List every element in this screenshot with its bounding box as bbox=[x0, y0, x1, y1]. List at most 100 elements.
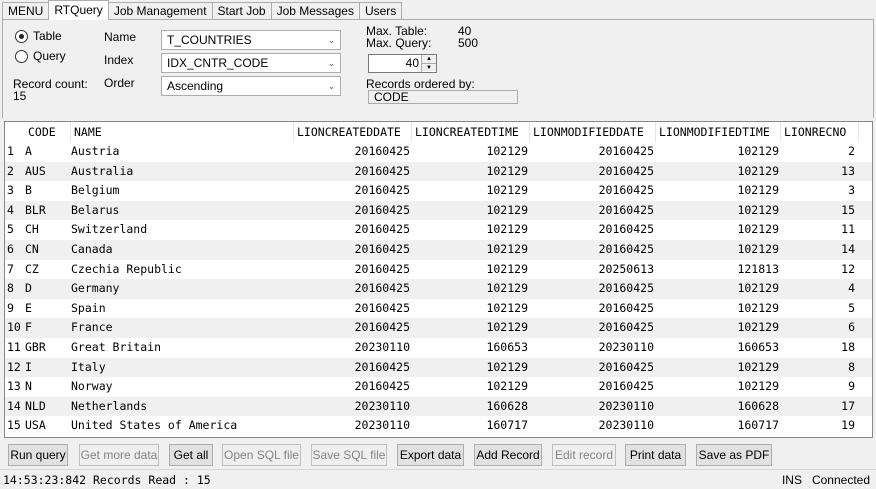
row-number: 7 bbox=[7, 261, 14, 276]
cell-code: E bbox=[25, 300, 32, 315]
ordered-by-value: CODE bbox=[374, 90, 409, 104]
cell-modifiedtime: 121813 bbox=[737, 261, 779, 276]
status-bar: 14:53:23:842 Records Read : 15 INS Conne… bbox=[0, 469, 876, 489]
table-row[interactable]: 4 BLR Belarus 20160425 102129 20160425 102129 1… bbox=[5, 200, 872, 221]
table-row[interactable]: 1 A Austria 20160425 102129 20160425 102129 2 bbox=[5, 142, 872, 162]
cell-recno: 3 bbox=[848, 183, 855, 198]
cell-modifiedtime: 102129 bbox=[737, 379, 779, 394]
edit-record-button[interactable]: Edit record bbox=[552, 444, 616, 466]
status-message: 14:53:23:842 Records Read : 15 bbox=[3, 473, 211, 487]
cell-name: France bbox=[71, 320, 113, 335]
name-label: Name bbox=[104, 30, 137, 44]
table-row[interactable]: 5 CH Switzerland 20160425 102129 20160425 1021… bbox=[5, 220, 872, 240]
column-header-createddate[interactable]: LIONCREATEDDATE bbox=[294, 122, 412, 142]
table-row[interactable]: 14 NLD Netherlands 20230110 160628 20230110 16… bbox=[5, 396, 872, 417]
column-header-createdtime[interactable]: LIONCREATEDTIME bbox=[412, 122, 530, 142]
print-data-button[interactable]: Print data bbox=[625, 444, 686, 466]
order-combo-value: Ascending bbox=[167, 79, 224, 93]
table-row[interactable]: 15 USA United States of America 20230110 160… bbox=[5, 416, 872, 436]
table-row[interactable]: 13 N Norway 20160425 102129 20160425 102129 9 bbox=[5, 377, 872, 397]
row-number: 11 bbox=[7, 340, 21, 354]
cell-recno: 15 bbox=[841, 202, 855, 217]
table-row[interactable]: 12 I Italy 20160425 102129 20160425 102129 8 bbox=[5, 357, 872, 378]
cell-createdtime: 102129 bbox=[486, 359, 528, 374]
index-combo-value: IDX_CNTR_CODE bbox=[167, 56, 269, 70]
cell-name: Czechia Republic bbox=[71, 261, 182, 276]
cell-modifieddate: 20160425 bbox=[598, 144, 654, 158]
radio-query[interactable]: Query bbox=[15, 49, 66, 63]
tab-menu[interactable]: MENU bbox=[2, 2, 50, 20]
name-combo[interactable]: T_COUNTRIES ⌄ bbox=[161, 30, 341, 50]
save-sql-file-button[interactable]: Save SQL file bbox=[311, 444, 387, 466]
tab-users[interactable]: Users bbox=[358, 2, 403, 20]
cell-createddate: 20160425 bbox=[354, 163, 410, 178]
row-number: 2 bbox=[7, 163, 14, 178]
cell-createddate: 20160425 bbox=[354, 242, 410, 256]
cell-modifiedtime: 102129 bbox=[737, 320, 779, 335]
open-sql-file-button[interactable]: Open SQL file bbox=[222, 444, 301, 466]
table-row[interactable]: 8 D Germany 20160425 102129 20160425 102129 4 bbox=[5, 279, 872, 299]
order-combo[interactable]: Ascending ⌄ bbox=[161, 76, 341, 96]
cell-code: I bbox=[25, 359, 32, 374]
get-all-button[interactable]: Get all bbox=[169, 444, 213, 466]
cell-createdtime: 102129 bbox=[486, 183, 528, 198]
cell-name: Switzerland bbox=[71, 222, 148, 237]
query-options-panel: Table Query Record count: 15 Name Index … bbox=[2, 19, 874, 118]
row-number: 3 bbox=[7, 183, 14, 198]
limit-spinner[interactable]: 40 ▲ ▼ bbox=[368, 54, 437, 73]
cell-createdtime: 102129 bbox=[486, 222, 528, 237]
export-data-button[interactable]: Export data bbox=[397, 444, 464, 466]
tab-job-management[interactable]: Job Management bbox=[107, 2, 213, 20]
spin-down-icon[interactable]: ▼ bbox=[422, 63, 436, 71]
cell-name: Belgium bbox=[71, 183, 120, 198]
cell-modifieddate: 20230110 bbox=[598, 398, 654, 413]
order-label: Order bbox=[104, 76, 135, 90]
index-label: Index bbox=[104, 53, 134, 67]
run-query-button[interactable]: Run query bbox=[8, 444, 68, 466]
ordered-by-field: CODE bbox=[368, 90, 518, 104]
column-header-recno[interactable]: LIONRECNO bbox=[781, 122, 859, 142]
table-row[interactable]: 6 CN Canada 20160425 102129 20160425 102129 14 bbox=[5, 240, 872, 260]
column-header-name[interactable]: NAME bbox=[71, 122, 294, 142]
cell-modifiedtime: 160653 bbox=[737, 340, 779, 354]
row-number: 6 bbox=[7, 242, 14, 256]
cell-name: Italy bbox=[71, 359, 106, 374]
cell-modifiedtime: 102129 bbox=[737, 300, 779, 315]
table-row[interactable]: 3 B Belgium 20160425 102129 20160425 102129 3 bbox=[5, 181, 872, 201]
cell-modifiedtime: 160628 bbox=[737, 398, 779, 413]
row-number: 12 bbox=[7, 359, 21, 374]
cell-code: NLD bbox=[25, 398, 46, 413]
table-row[interactable]: 9 E Spain 20160425 102129 20160425 102129 5 bbox=[5, 299, 872, 319]
table-row[interactable]: 11 GBR Great Britain 20230110 160653 20230110… bbox=[5, 338, 872, 358]
radio-query-label: Query bbox=[33, 49, 66, 63]
tab-job-messages[interactable]: Job Messages bbox=[270, 2, 360, 20]
grid-header: CODE NAME LIONCREATEDDATE LIONCREATEDTIM… bbox=[5, 122, 872, 142]
table-row[interactable]: 7 CZ Czechia Republic 20160425 102129 2025061… bbox=[5, 260, 872, 280]
get-more-data-button[interactable]: Get more data bbox=[79, 444, 159, 466]
cell-name: Great Britain bbox=[71, 340, 162, 354]
tab-start-job[interactable]: Start Job bbox=[211, 2, 272, 20]
cell-modifieddate: 20160425 bbox=[598, 242, 654, 256]
cell-modifieddate: 20160425 bbox=[598, 320, 654, 335]
cell-code: BLR bbox=[25, 202, 46, 217]
save-as-pdf-button[interactable]: Save as PDF bbox=[696, 444, 772, 466]
cell-code: A bbox=[25, 144, 32, 158]
cell-modifiedtime: 102129 bbox=[737, 359, 779, 374]
tab-rtquery[interactable]: RTQuery bbox=[48, 0, 109, 20]
radio-table[interactable]: Table bbox=[15, 29, 62, 43]
column-header-modifiedtime[interactable]: LIONMODIFIEDTIME bbox=[656, 122, 781, 142]
table-row[interactable]: 10 F France 20160425 102129 20160425 102129 6 bbox=[5, 318, 872, 338]
cell-code: CN bbox=[25, 242, 39, 256]
table-row[interactable]: 2 AUS Australia 20160425 102129 20160425 10212… bbox=[5, 161, 872, 182]
column-header-code[interactable]: CODE bbox=[25, 122, 71, 142]
index-combo[interactable]: IDX_CNTR_CODE ⌄ bbox=[161, 53, 341, 73]
add-record-button[interactable]: Add Record bbox=[474, 444, 542, 466]
cell-code: B bbox=[25, 183, 32, 198]
spin-up-icon[interactable]: ▲ bbox=[422, 55, 436, 63]
results-grid[interactable]: CODE NAME LIONCREATEDDATE LIONCREATEDTIM… bbox=[4, 121, 873, 438]
max-query-label: Max. Query: bbox=[366, 36, 432, 50]
cell-modifieddate: 20160425 bbox=[598, 300, 654, 315]
cell-code: F bbox=[25, 320, 32, 335]
cell-createdtime: 160653 bbox=[486, 340, 528, 354]
column-header-modifieddate[interactable]: LIONMODIFIEDDATE bbox=[530, 122, 656, 142]
